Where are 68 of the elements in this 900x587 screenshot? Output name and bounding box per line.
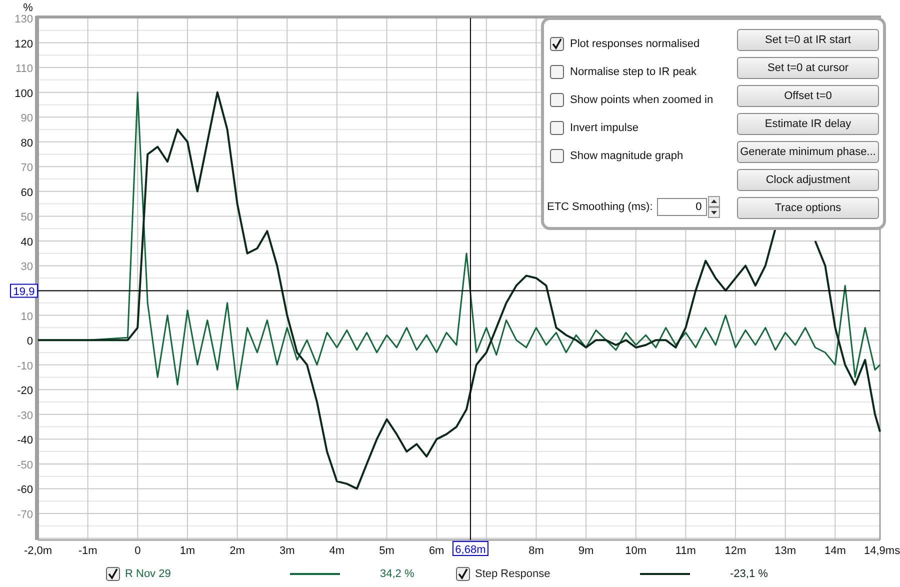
trace-name: R Nov 29 [125, 568, 171, 580]
checkbox[interactable] [456, 566, 470, 580]
checkbox[interactable] [550, 65, 564, 79]
ref-line-label: 6,68m [455, 544, 486, 556]
panel-button[interactable]: Estimate IR delay [737, 113, 879, 135]
axis-tick-label: 10m [625, 545, 647, 557]
axis-tick-label: -1m [78, 545, 98, 557]
checkbox[interactable] [550, 93, 564, 107]
checkbox[interactable] [550, 121, 564, 135]
panel-button[interactable]: Set t=0 at IR start [737, 29, 879, 51]
axis-tick-label: 30 [20, 261, 33, 274]
checkbox-label[interactable]: Normalise step to IR peak [570, 66, 697, 78]
axis-tick-label: -50 [17, 459, 33, 472]
checkbox-label[interactable]: Show magnitude graph [570, 150, 684, 162]
checkbox-label[interactable]: Invert impulse [570, 122, 638, 134]
axis-tick-label: -70 [17, 509, 33, 521]
axis-tick-label: -20 [17, 385, 33, 398]
panel-button[interactable]: Trace options [737, 197, 879, 219]
axis-tick-label: -30 [17, 410, 33, 422]
axis-tick-label: 6m [428, 545, 444, 557]
axis-tick-label: 5m [379, 545, 394, 557]
axis-tick-label: 110 [15, 63, 33, 76]
axis-tick-label: 0 [134, 545, 141, 557]
axis-tick-label: 12m [724, 545, 746, 557]
axis-tick-label: 50 [20, 212, 33, 224]
axis-tick-label: 40 [20, 236, 33, 248]
checkbox[interactable] [106, 566, 120, 580]
axis-tick-label: 90 [20, 112, 33, 125]
axis-tick-label: 11m [675, 545, 696, 557]
axis-tick-label: 1m [180, 545, 196, 557]
spinner-arrows-icon[interactable] [708, 196, 720, 218]
checkbox[interactable] [550, 37, 564, 51]
axis-tick-label: 10 [20, 310, 33, 323]
panel-button[interactable]: Set t=0 at cursor [737, 57, 879, 79]
axis-tick-label: 8m [528, 545, 544, 557]
axis-tick-label: -60 [17, 484, 33, 496]
axis-tick-label: 100 [14, 88, 33, 100]
axis-tick-label: -2,0m [24, 545, 52, 557]
cursor-readout: 19,9 [10, 284, 38, 298]
axis-tick-label: 60 [20, 186, 33, 199]
axis-tick-label: 130 [14, 14, 33, 26]
axis-tick-label: 3m [279, 545, 295, 557]
checkbox[interactable] [550, 149, 564, 163]
panel-button[interactable]: Generate minimum phase... [737, 141, 879, 163]
axis-tick-label: 13m [774, 545, 796, 557]
trace-name: Step Response [475, 568, 550, 580]
axis-tick-label: 2m [230, 545, 245, 557]
cursor-readout: 6,68m [452, 541, 488, 556]
axis-tick-label: 120 [14, 38, 33, 50]
axis-tick-label: 14m [824, 545, 846, 557]
number-field[interactable]: 0 [656, 198, 707, 216]
cursor-value: -23,1 % [730, 568, 768, 580]
axis-tick-label: 70 [20, 162, 33, 174]
panel-button[interactable]: Offset t=0 [737, 85, 879, 107]
axis-tick-label: 80 [20, 137, 33, 150]
field-label: ETC Smoothing (ms): [547, 201, 653, 213]
axis-tick-label: -10 [17, 360, 33, 372]
cursor-value: 34,2 % [380, 568, 414, 580]
axis-tick-label: 4m [329, 545, 345, 557]
axis-tick-label: 0 [26, 336, 33, 348]
axis-tick-label: -40 [17, 434, 33, 447]
axis-tick-label: 9m [578, 545, 594, 557]
axis-tick-label: 14,9ms [864, 545, 900, 557]
checkbox-label[interactable]: Show points when zoomed in [570, 94, 714, 106]
checkbox-label[interactable]: Plot responses normalised [570, 38, 700, 50]
panel-button[interactable]: Clock adjustment [737, 169, 879, 191]
axis-unit-label: % [23, 2, 33, 14]
ref-line-label: 19,9 [13, 286, 35, 298]
